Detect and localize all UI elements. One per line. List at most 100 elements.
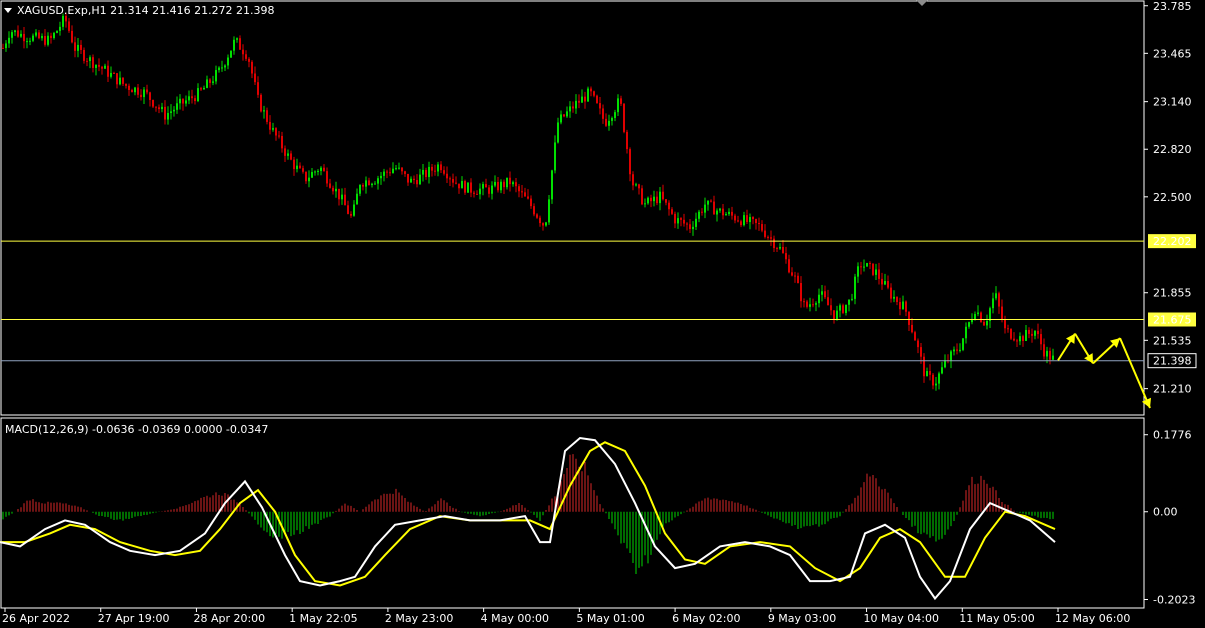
candle-body	[194, 98, 196, 102]
time-tick-label: 6 May 02:00	[672, 612, 740, 625]
candle-body	[764, 230, 766, 237]
candle-body	[332, 187, 334, 192]
chart-shift-marker[interactable]	[916, 0, 928, 6]
candle-body	[20, 33, 22, 37]
candle-body	[950, 351, 952, 362]
macd-panel-frame	[0, 417, 1145, 609]
price-tick-label: 22.500	[1153, 191, 1192, 204]
candle-body	[128, 85, 130, 90]
candle-body	[308, 177, 310, 182]
candle-body	[737, 220, 739, 222]
candle-body	[500, 181, 502, 191]
candle-body	[617, 98, 619, 113]
candle-body	[506, 177, 508, 188]
candle-body	[191, 96, 193, 99]
candle-body	[848, 299, 850, 305]
candle-body	[71, 30, 73, 43]
candle-body	[239, 38, 241, 50]
candle-body	[464, 181, 466, 193]
candle-body	[1001, 306, 1003, 320]
candle-body	[206, 79, 208, 88]
macd-tick-label: 0.00	[1153, 506, 1178, 519]
candle-body	[896, 296, 898, 303]
candle-body	[272, 128, 274, 130]
candle-body	[188, 96, 190, 101]
forecast-arrow-line	[1119, 337, 1151, 409]
candle-body	[866, 263, 868, 267]
candle-body	[713, 201, 715, 215]
candle-body	[521, 191, 523, 193]
candle-body	[1052, 355, 1054, 360]
candle-body	[749, 217, 751, 223]
candle-body	[560, 114, 562, 123]
candle-body	[260, 94, 262, 112]
candle-body	[257, 82, 259, 95]
candle-body	[587, 88, 589, 102]
candle-body	[485, 184, 487, 188]
candle-body	[941, 367, 943, 374]
candle-body	[575, 100, 577, 109]
candle-body	[932, 374, 934, 386]
forecast-arrows-layer	[1057, 333, 1151, 409]
candle-body	[296, 165, 298, 170]
candle-body	[563, 114, 565, 117]
time-tick-label: 11 May 05:00	[959, 612, 1034, 625]
candle-body	[626, 131, 628, 150]
candle-body	[878, 269, 880, 279]
candle-body	[1040, 334, 1042, 345]
macd-header: MACD(12,26,9) -0.0636 -0.0369 0.0000 -0.…	[5, 423, 268, 436]
candle-body	[503, 181, 505, 188]
candle-body	[170, 111, 172, 113]
price-tick-label: 21.210	[1153, 383, 1192, 396]
candle-body	[284, 148, 286, 156]
candle-body	[113, 72, 115, 74]
candle-body	[161, 106, 163, 110]
candle-body	[779, 247, 781, 249]
candle-body	[557, 122, 559, 143]
candle-body	[29, 40, 31, 42]
candle-body	[131, 89, 133, 93]
candle-body	[221, 67, 223, 69]
chart-menu-triangle-icon[interactable]	[4, 8, 12, 13]
candle-body	[386, 171, 388, 173]
candle-body	[920, 347, 922, 357]
candle-body	[413, 178, 415, 181]
candle-body	[458, 183, 460, 189]
candle-body	[314, 171, 316, 173]
candle-body	[107, 65, 109, 77]
candle-body	[545, 222, 547, 226]
candle-body	[512, 182, 514, 185]
candle-body	[269, 121, 271, 130]
candle-body	[209, 79, 211, 83]
candle-body	[704, 204, 706, 213]
candle-body	[389, 172, 391, 174]
candle-body	[542, 223, 544, 226]
candle-body	[905, 301, 907, 312]
candle-body	[869, 263, 871, 265]
candle-body	[734, 215, 736, 221]
candle-body	[455, 182, 457, 184]
candle-body	[383, 171, 385, 176]
candle-body	[11, 32, 13, 38]
candle-body	[452, 179, 454, 183]
candle-body	[1049, 350, 1051, 360]
candle-body	[908, 311, 910, 325]
candle-body	[746, 215, 748, 223]
candle-body	[50, 35, 52, 38]
candle-body	[581, 96, 583, 103]
candle-body	[719, 208, 721, 211]
candle-body	[635, 184, 637, 186]
candle-body	[347, 205, 349, 214]
candle-body	[731, 211, 733, 216]
candle-body	[755, 219, 757, 224]
trading-chart[interactable]: 22.202 21.675 21.398 23.785 23.465 23.140 22.8…	[0, 0, 1205, 628]
candle-body	[344, 194, 346, 206]
candle-body	[89, 57, 91, 62]
candle-body	[1016, 340, 1018, 342]
candle-body	[509, 177, 511, 185]
candle-body	[155, 106, 157, 108]
candle-body	[695, 218, 697, 227]
candle-body	[659, 191, 661, 204]
candle-body	[536, 214, 538, 218]
candle-body	[356, 193, 358, 205]
